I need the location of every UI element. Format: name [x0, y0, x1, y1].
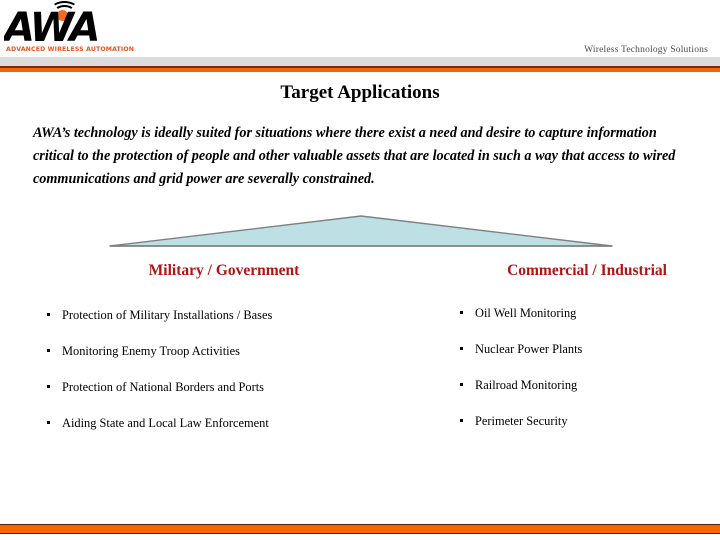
list-item: Perimeter Security	[458, 414, 720, 429]
list-item: Nuclear Power Plants	[458, 342, 720, 357]
header-gray-band	[0, 57, 720, 66]
column-heading-right: Commercial / Industrial	[507, 262, 667, 279]
square-bullet-icon	[47, 385, 50, 388]
square-bullet-icon	[47, 349, 50, 352]
square-bullet-icon	[47, 313, 50, 316]
list-item: Protection of National Borders and Ports	[45, 380, 380, 395]
list-item-label: Monitoring Enemy Troop Activities	[62, 344, 240, 358]
header-orange-rule	[0, 68, 720, 72]
list-item-label: Protection of Military Installations / B…	[62, 308, 273, 322]
list-item: Protection of Military Installations / B…	[45, 308, 380, 323]
slide-header: AWA ADVANCED WIRELESS AUTOMATION Wireles…	[0, 0, 720, 57]
list-item-label: Aiding State and Local Law Enforcement	[62, 416, 269, 430]
logo-wordmark: AWA	[4, 10, 100, 46]
bullet-list-right: Oil Well Monitoring Nuclear Power Plants…	[458, 306, 720, 429]
column-heading-left: Military / Government	[148, 262, 300, 279]
list-item-label: Railroad Monitoring	[475, 378, 578, 392]
column-commercial-industrial: Commercial / Industrial Oil Well Monitor…	[420, 262, 720, 450]
triangle-banner-shape	[108, 210, 614, 252]
list-item: Aiding State and Local Law Enforcement	[45, 416, 380, 431]
list-item: Monitoring Enemy Troop Activities	[45, 344, 380, 359]
list-item: Oil Well Monitoring	[458, 306, 720, 321]
triangle-svg	[109, 215, 613, 247]
awa-logo: AWA ADVANCED WIRELESS AUTOMATION	[4, 1, 134, 56]
page-title: Target Applications	[280, 82, 440, 103]
intro-paragraph: AWA’s technology is ideally suited for s…	[33, 125, 676, 187]
list-item-label: Oil Well Monitoring	[475, 306, 577, 320]
bullet-list-left: Protection of Military Installations / B…	[45, 308, 380, 431]
logo-tagline: ADVANCED WIRELESS AUTOMATION	[6, 46, 135, 53]
square-bullet-icon	[47, 421, 50, 424]
triangle-polygon	[109, 215, 613, 247]
list-item-label: Nuclear Power Plants	[475, 342, 583, 356]
square-bullet-icon	[460, 383, 463, 386]
footer-orange-bar	[0, 524, 720, 534]
square-bullet-icon	[460, 347, 463, 350]
column-military-government: Military / Government Protection of Mili…	[40, 262, 380, 452]
list-item-label: Protection of National Borders and Ports	[62, 380, 265, 394]
list-item-label: Perimeter Security	[475, 414, 568, 428]
square-bullet-icon	[460, 419, 463, 422]
list-item: Railroad Monitoring	[458, 378, 720, 393]
header-right-tagline: Wireless Technology Solutions	[584, 45, 708, 55]
square-bullet-icon	[460, 311, 463, 314]
